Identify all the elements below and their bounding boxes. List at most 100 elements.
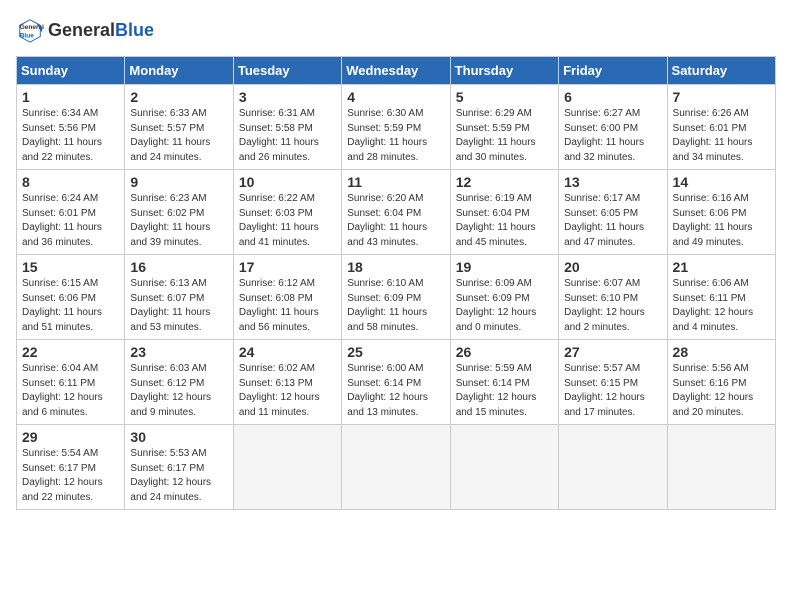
calendar-cell: 2 Sunrise: 6:33 AMSunset: 5:57 PMDaylight…: [125, 85, 233, 170]
calendar-cell: [342, 425, 450, 510]
day-number: 2: [130, 89, 227, 105]
calendar-cell: [233, 425, 341, 510]
calendar-cell: 26 Sunrise: 5:59 AMSunset: 6:14 PMDayligh…: [450, 340, 558, 425]
logo-icon: General Blue: [16, 16, 44, 44]
day-number: 20: [564, 259, 661, 275]
day-info: Sunrise: 6:33 AMSunset: 5:57 PMDaylight:…: [130, 107, 227, 165]
day-number: 18: [347, 259, 444, 275]
logo-wordmark: GeneralBlue: [48, 20, 154, 41]
day-info: Sunrise: 6:34 AMSunset: 5:56 PMDaylight:…: [22, 107, 119, 165]
calendar-cell: [450, 425, 558, 510]
calendar-cell: 14 Sunrise: 6:16 AMSunset: 6:06 PMDayligh…: [667, 170, 775, 255]
day-info: Sunrise: 6:10 AMSunset: 6:09 PMDaylight:…: [347, 277, 444, 335]
day-info: Sunrise: 6:02 AMSunset: 6:13 PMDaylight:…: [239, 362, 336, 420]
day-info: Sunrise: 6:26 AMSunset: 6:01 PMDaylight:…: [673, 107, 770, 165]
calendar-cell: [667, 425, 775, 510]
header: General Blue GeneralBlue: [16, 16, 776, 44]
day-number: 29: [22, 429, 119, 445]
day-number: 17: [239, 259, 336, 275]
week-row-2: 8 Sunrise: 6:24 AMSunset: 6:01 PMDaylight…: [17, 170, 776, 255]
calendar-cell: 6Sunrise: 6:27 AMSunset: 6:00 PMDaylight…: [559, 85, 667, 170]
calendar-cell: 22 Sunrise: 6:04 AMSunset: 6:11 PMDayligh…: [17, 340, 125, 425]
day-number: 7: [673, 89, 770, 105]
day-info: Sunrise: 6:29 AMSunset: 5:59 PMDaylight:…: [456, 107, 553, 165]
day-info: Sunrise: 6:22 AMSunset: 6:03 PMDaylight:…: [239, 192, 336, 250]
day-info: Sunrise: 6:03 AMSunset: 6:12 PMDaylight:…: [130, 362, 227, 420]
day-number: 8: [22, 174, 119, 190]
day-info: Sunrise: 5:54 AMSunset: 6:17 PMDaylight:…: [22, 447, 119, 505]
column-header-saturday: Saturday: [667, 57, 775, 85]
day-number: 21: [673, 259, 770, 275]
calendar-cell: 29 Sunrise: 5:54 AMSunset: 6:17 PMDayligh…: [17, 425, 125, 510]
day-number: 5: [456, 89, 553, 105]
day-info: Sunrise: 6:16 AMSunset: 6:06 PMDaylight:…: [673, 192, 770, 250]
day-info: Sunrise: 6:06 AMSunset: 6:11 PMDaylight:…: [673, 277, 770, 335]
day-info: Sunrise: 6:13 AMSunset: 6:07 PMDaylight:…: [130, 277, 227, 335]
day-number: 6: [564, 89, 661, 105]
svg-text:Blue: Blue: [20, 32, 34, 39]
day-info: Sunrise: 6:04 AMSunset: 6:11 PMDaylight:…: [22, 362, 119, 420]
day-number: 11: [347, 174, 444, 190]
calendar-cell: 11 Sunrise: 6:20 AMSunset: 6:04 PMDayligh…: [342, 170, 450, 255]
day-info: Sunrise: 6:09 AMSunset: 6:09 PMDaylight:…: [456, 277, 553, 335]
day-info: Sunrise: 6:31 AMSunset: 5:58 PMDaylight:…: [239, 107, 336, 165]
logo: General Blue GeneralBlue: [16, 16, 154, 44]
header-row: SundayMondayTuesdayWednesdayThursdayFrid…: [17, 57, 776, 85]
day-info: Sunrise: 5:57 AMSunset: 6:15 PMDaylight:…: [564, 362, 661, 420]
day-number: 4: [347, 89, 444, 105]
calendar-cell: 8 Sunrise: 6:24 AMSunset: 6:01 PMDaylight…: [17, 170, 125, 255]
day-info: Sunrise: 6:12 AMSunset: 6:08 PMDaylight:…: [239, 277, 336, 335]
calendar-cell: 24 Sunrise: 6:02 AMSunset: 6:13 PMDayligh…: [233, 340, 341, 425]
day-number: 3: [239, 89, 336, 105]
day-info: Sunrise: 6:15 AMSunset: 6:06 PMDaylight:…: [22, 277, 119, 335]
day-info: Sunrise: 5:59 AMSunset: 6:14 PMDaylight:…: [456, 362, 553, 420]
day-number: 28: [673, 344, 770, 360]
day-number: 25: [347, 344, 444, 360]
day-info: Sunrise: 6:00 AMSunset: 6:14 PMDaylight:…: [347, 362, 444, 420]
day-info: Sunrise: 6:30 AMSunset: 5:59 PMDaylight:…: [347, 107, 444, 165]
day-number: 30: [130, 429, 227, 445]
calendar-table: SundayMondayTuesdayWednesdayThursdayFrid…: [16, 56, 776, 510]
calendar-cell: 16Sunrise: 6:13 AMSunset: 6:07 PMDayligh…: [125, 255, 233, 340]
calendar-cell: 25 Sunrise: 6:00 AMSunset: 6:14 PMDayligh…: [342, 340, 450, 425]
calendar-cell: 4 Sunrise: 6:30 AMSunset: 5:59 PMDaylight…: [342, 85, 450, 170]
day-number: 19: [456, 259, 553, 275]
day-info: Sunrise: 5:56 AMSunset: 6:16 PMDaylight:…: [673, 362, 770, 420]
day-number: 26: [456, 344, 553, 360]
calendar-cell: 30 Sunrise: 5:53 AMSunset: 6:17 PMDayligh…: [125, 425, 233, 510]
day-number: 23: [130, 344, 227, 360]
calendar-cell: 17 Sunrise: 6:12 AMSunset: 6:08 PMDayligh…: [233, 255, 341, 340]
day-info: Sunrise: 6:20 AMSunset: 6:04 PMDaylight:…: [347, 192, 444, 250]
calendar-cell: 7 Sunrise: 6:26 AMSunset: 6:01 PMDaylight…: [667, 85, 775, 170]
calendar-cell: 13 Sunrise: 6:17 AMSunset: 6:05 PMDayligh…: [559, 170, 667, 255]
day-info: Sunrise: 5:53 AMSunset: 6:17 PMDaylight:…: [130, 447, 227, 505]
calendar-cell: [559, 425, 667, 510]
calendar-cell: 19 Sunrise: 6:09 AMSunset: 6:09 PMDayligh…: [450, 255, 558, 340]
column-header-sunday: Sunday: [17, 57, 125, 85]
column-header-friday: Friday: [559, 57, 667, 85]
column-header-wednesday: Wednesday: [342, 57, 450, 85]
calendar-cell: 18 Sunrise: 6:10 AMSunset: 6:09 PMDayligh…: [342, 255, 450, 340]
week-row-4: 22 Sunrise: 6:04 AMSunset: 6:11 PMDayligh…: [17, 340, 776, 425]
calendar-cell: 21 Sunrise: 6:06 AMSunset: 6:11 PMDayligh…: [667, 255, 775, 340]
day-number: 24: [239, 344, 336, 360]
day-number: 13: [564, 174, 661, 190]
logo-blue: Blue: [115, 20, 154, 40]
column-header-thursday: Thursday: [450, 57, 558, 85]
calendar-cell: 1 Sunrise: 6:34 AMSunset: 5:56 PMDaylight…: [17, 85, 125, 170]
calendar-cell: 3 Sunrise: 6:31 AMSunset: 5:58 PMDaylight…: [233, 85, 341, 170]
day-number: 14: [673, 174, 770, 190]
week-row-3: 15Sunrise: 6:15 AMSunset: 6:06 PMDayligh…: [17, 255, 776, 340]
week-row-1: 1 Sunrise: 6:34 AMSunset: 5:56 PMDaylight…: [17, 85, 776, 170]
calendar-cell: 27Sunrise: 5:57 AMSunset: 6:15 PMDayligh…: [559, 340, 667, 425]
column-header-monday: Monday: [125, 57, 233, 85]
day-number: 22: [22, 344, 119, 360]
day-number: 1: [22, 89, 119, 105]
logo-general: General: [48, 20, 115, 40]
calendar-cell: 9Sunrise: 6:23 AMSunset: 6:02 PMDaylight…: [125, 170, 233, 255]
day-number: 12: [456, 174, 553, 190]
calendar-cell: 10Sunrise: 6:22 AMSunset: 6:03 PMDayligh…: [233, 170, 341, 255]
week-row-5: 29 Sunrise: 5:54 AMSunset: 6:17 PMDayligh…: [17, 425, 776, 510]
day-info: Sunrise: 6:17 AMSunset: 6:05 PMDaylight:…: [564, 192, 661, 250]
day-info: Sunrise: 6:24 AMSunset: 6:01 PMDaylight:…: [22, 192, 119, 250]
